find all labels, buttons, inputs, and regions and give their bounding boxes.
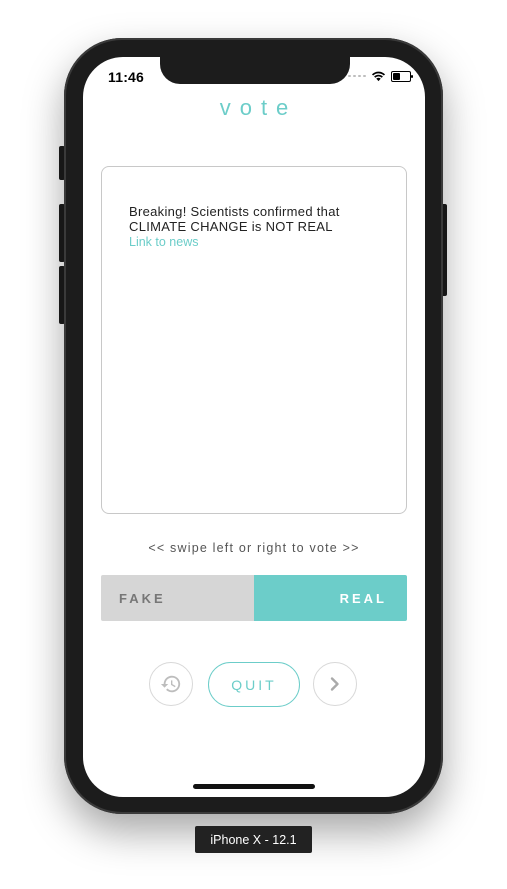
history-icon <box>160 675 181 693</box>
quit-button[interactable]: QUIT <box>208 662 300 707</box>
chevron-right-icon <box>330 677 339 691</box>
history-button[interactable] <box>149 662 193 706</box>
vote-real-button[interactable]: REAL <box>254 575 407 621</box>
next-button[interactable] <box>313 662 357 706</box>
phone-screen: 11:46 vote Breaking! Scientists confirme… <box>83 57 425 797</box>
home-indicator[interactable] <box>193 784 315 789</box>
swipe-hint: << swipe left or right to vote >> <box>148 541 360 555</box>
battery-icon <box>391 70 413 82</box>
signal-icon <box>348 75 366 77</box>
status-icons <box>348 70 413 82</box>
news-link[interactable]: Link to news <box>129 235 198 249</box>
vote-bar[interactable]: FAKE REAL <box>101 575 407 621</box>
device-label: iPhone X - 12.1 <box>195 826 312 853</box>
news-card[interactable]: Breaking! Scientists confirmed that CLIM… <box>101 166 407 514</box>
notch <box>160 57 350 84</box>
app-title: vote <box>219 95 298 120</box>
news-headline: Breaking! Scientists confirmed that CLIM… <box>129 204 340 234</box>
vote-fake-button[interactable]: FAKE <box>101 575 254 621</box>
status-time: 11:46 <box>108 69 145 85</box>
wifi-icon <box>371 71 386 82</box>
